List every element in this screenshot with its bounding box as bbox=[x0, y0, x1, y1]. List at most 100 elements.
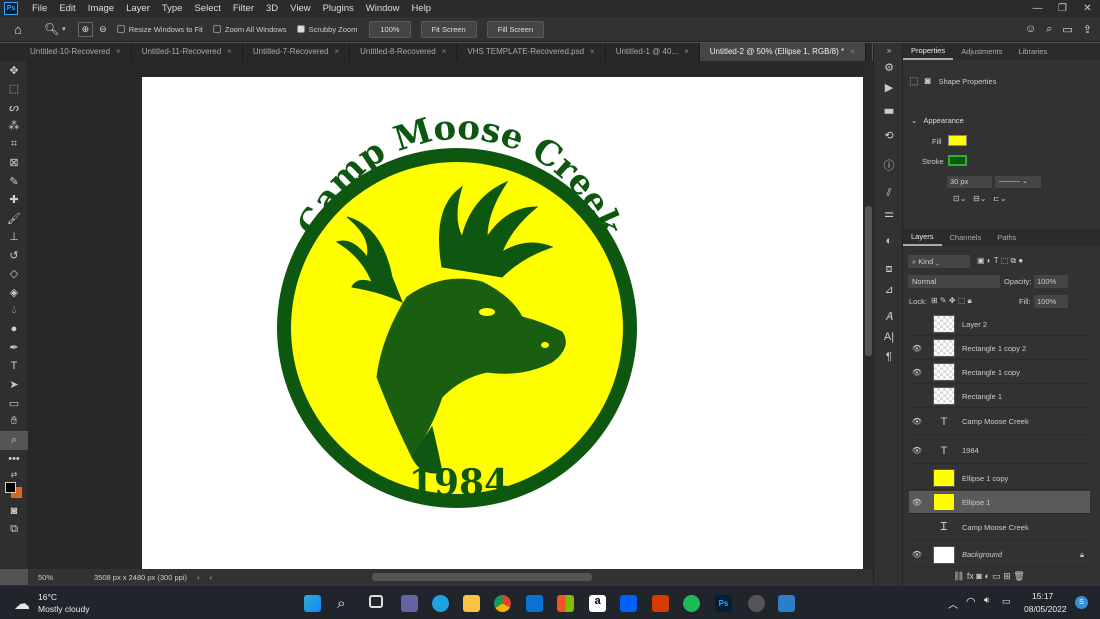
clock-time[interactable]: 15:17 bbox=[1032, 591, 1053, 601]
zoom-tool-icon[interactable]: 🔍︎ bbox=[44, 22, 59, 36]
layer-row[interactable]: Rectangle 1 bbox=[909, 385, 1090, 408]
close-icon[interactable]: × bbox=[116, 47, 121, 56]
minimize-icon[interactable]: — bbox=[1025, 0, 1050, 17]
eye-icon[interactable]: 👁︎ bbox=[909, 550, 925, 559]
marquee-tool-icon[interactable]: ⬚ bbox=[0, 80, 28, 99]
clock-date[interactable]: 08/05/2022 bbox=[1024, 604, 1067, 614]
close-icon[interactable]: × bbox=[334, 47, 339, 56]
blend-mode-select[interactable]: Normal bbox=[908, 275, 1000, 288]
weather-temp[interactable]: 16°C bbox=[38, 592, 57, 602]
close-icon[interactable]: × bbox=[684, 47, 689, 56]
tab-untitled-11[interactable]: Untitled-11-Recovered × bbox=[132, 43, 243, 61]
adjustments-icon[interactable]: ⚌ bbox=[874, 203, 904, 223]
layer-actions-icons[interactable]: ⛓ fx ◙ ◐ ▭ ⊞ 🗑︎ bbox=[953, 571, 1025, 582]
tab-untitled-10[interactable]: Untitled-10-Recovered × bbox=[0, 43, 132, 61]
zoom-tool-icon[interactable]: ⌕ bbox=[0, 431, 28, 450]
start-icon[interactable] bbox=[304, 595, 321, 612]
tab-layers[interactable]: Layers bbox=[903, 229, 942, 246]
brushes-icon[interactable]: ⫽ bbox=[874, 183, 904, 203]
zoom-out-icon[interactable]: ⊖ bbox=[99, 24, 107, 35]
stroke-width-field[interactable]: 30 px bbox=[947, 176, 992, 188]
fill-screen-button[interactable]: Fill Screen bbox=[486, 20, 545, 38]
tab-adjustments[interactable]: Adjustments bbox=[953, 47, 1010, 56]
spotify-icon[interactable] bbox=[683, 595, 700, 612]
menu-type[interactable]: Type bbox=[156, 3, 189, 14]
amazon-icon[interactable]: a bbox=[589, 595, 606, 612]
home-icon[interactable]: ⌂ bbox=[14, 22, 22, 37]
volume-icon[interactable]: 🔉︎ bbox=[984, 595, 990, 606]
photoshop-app-icon[interactable]: Ps bbox=[4, 2, 18, 15]
align-options-icon[interactable]: ⊡⌄ ⊟⌄ ⊏⌄ bbox=[953, 194, 1007, 203]
zoom-level-readout[interactable]: 50% bbox=[38, 573, 78, 582]
menu-3d[interactable]: 3D bbox=[260, 3, 284, 14]
brush-settings-icon[interactable]: ⚙ bbox=[874, 57, 904, 77]
eye-icon[interactable]: 👁︎ bbox=[909, 417, 925, 426]
more-tools-icon[interactable]: ••• bbox=[0, 450, 28, 469]
office-icon[interactable] bbox=[652, 595, 669, 612]
vertical-scrollbar[interactable] bbox=[864, 61, 873, 569]
pen-tool-icon[interactable]: ✒ bbox=[0, 339, 28, 358]
paths-icon[interactable]: ⊿ bbox=[874, 279, 904, 299]
close-icon[interactable]: × bbox=[227, 47, 232, 56]
menu-edit[interactable]: Edit bbox=[53, 3, 81, 14]
layer-filter-icons[interactable]: ▣ ◐ T ⬚ ⧉ ● bbox=[977, 256, 1023, 266]
document-canvas[interactable]: Camp Moose Creek 1984 bbox=[142, 77, 863, 570]
app-check-icon[interactable] bbox=[748, 595, 765, 612]
restore-icon[interactable]: ❐ bbox=[1050, 0, 1075, 17]
move-tool-icon[interactable]: ✥ bbox=[0, 61, 28, 80]
search-icon[interactable]: ⌕ bbox=[337, 595, 354, 612]
quick-mask-icon[interactable]: ◙ bbox=[0, 502, 28, 521]
tab-channels[interactable]: Channels bbox=[942, 233, 990, 242]
styles-icon[interactable]: ◐ bbox=[874, 231, 904, 251]
tab-untitled-7[interactable]: Untitled-7-Recovered × bbox=[243, 43, 351, 61]
search-icon[interactable]: ⌕ bbox=[1046, 23, 1052, 36]
layer-row[interactable]: 👁︎ Background 🔒︎ bbox=[909, 543, 1090, 567]
wifi-icon[interactable]: ◠ bbox=[966, 595, 976, 608]
collapse-icon[interactable]: » bbox=[874, 43, 904, 57]
eye-icon[interactable]: 👁︎ bbox=[909, 498, 925, 507]
layer-row[interactable]: 👁︎ T 1984 bbox=[909, 438, 1090, 464]
menu-window[interactable]: Window bbox=[360, 3, 406, 14]
menu-help[interactable]: Help bbox=[406, 3, 438, 14]
menu-layer[interactable]: Layer bbox=[120, 3, 156, 14]
opacity-field[interactable]: 100% bbox=[1034, 275, 1068, 288]
photos-icon[interactable] bbox=[778, 595, 795, 612]
blur-tool-icon[interactable]: 💧︎ bbox=[0, 302, 28, 321]
tab-untitled-8[interactable]: Untitled-8-Recovered × bbox=[350, 43, 458, 61]
stamp-tool-icon[interactable]: ⊥ bbox=[0, 228, 28, 247]
layer-row-selected[interactable]: 👁︎ Ellipse 1 bbox=[909, 491, 1090, 514]
character-styles-icon[interactable]: A| bbox=[874, 327, 904, 347]
paragraph-icon[interactable]: ¶ bbox=[874, 347, 904, 367]
scrubby-zoom-checkbox[interactable] bbox=[296, 25, 305, 33]
tab-libraries[interactable]: Libraries bbox=[1010, 47, 1055, 56]
eyedropper-icon[interactable]: ✎ bbox=[0, 172, 28, 191]
crop-tool-icon[interactable]: ⌗ bbox=[0, 135, 28, 154]
type-tool-icon[interactable]: T bbox=[0, 357, 28, 376]
appearance-section[interactable]: ⌄ Appearance bbox=[911, 116, 964, 125]
tray-chevron-icon[interactable]: ︿ bbox=[948, 596, 958, 611]
share-icon[interactable]: ⇪ bbox=[1083, 23, 1092, 36]
frame-tool-icon[interactable]: ⊠ bbox=[0, 154, 28, 173]
chevron-down-icon[interactable]: ▾ bbox=[62, 25, 66, 33]
screen-mode-icon[interactable]: ⧉ bbox=[0, 521, 28, 540]
file-explorer-icon[interactable] bbox=[463, 595, 480, 612]
tab-vhs-template[interactable]: VHS TEMPLATE-Recovered.psd × bbox=[457, 43, 606, 61]
dodge-tool-icon[interactable]: ● bbox=[0, 320, 28, 339]
eye-icon[interactable]: 👁︎ bbox=[909, 446, 925, 455]
edge-icon[interactable] bbox=[432, 595, 449, 612]
close-icon[interactable]: × bbox=[442, 47, 447, 56]
menu-filter[interactable]: Filter bbox=[227, 3, 260, 14]
3d-icon[interactable]: ⧈ bbox=[874, 259, 904, 279]
chrome-icon[interactable] bbox=[494, 595, 511, 612]
tab-paths[interactable]: Paths bbox=[989, 233, 1024, 242]
tab-untitled-2[interactable]: Untitled-2 @ 50% (Ellipse 1, RGB/8) * × bbox=[699, 43, 866, 61]
resize-windows-checkbox[interactable] bbox=[116, 25, 125, 33]
fill-swatch[interactable] bbox=[948, 135, 967, 146]
swap-colors-icon[interactable]: ⇄ bbox=[0, 468, 28, 480]
weather-desc[interactable]: Mostly cloudy bbox=[38, 604, 90, 614]
mail-icon[interactable] bbox=[526, 595, 543, 612]
layer-row[interactable]: 👁︎ T Camp Moose Creek bbox=[909, 409, 1090, 435]
menu-image[interactable]: Image bbox=[82, 3, 120, 14]
tool-presets-icon[interactable]: ▃ bbox=[874, 97, 904, 117]
healing-brush-icon[interactable]: ✚ bbox=[0, 191, 28, 210]
